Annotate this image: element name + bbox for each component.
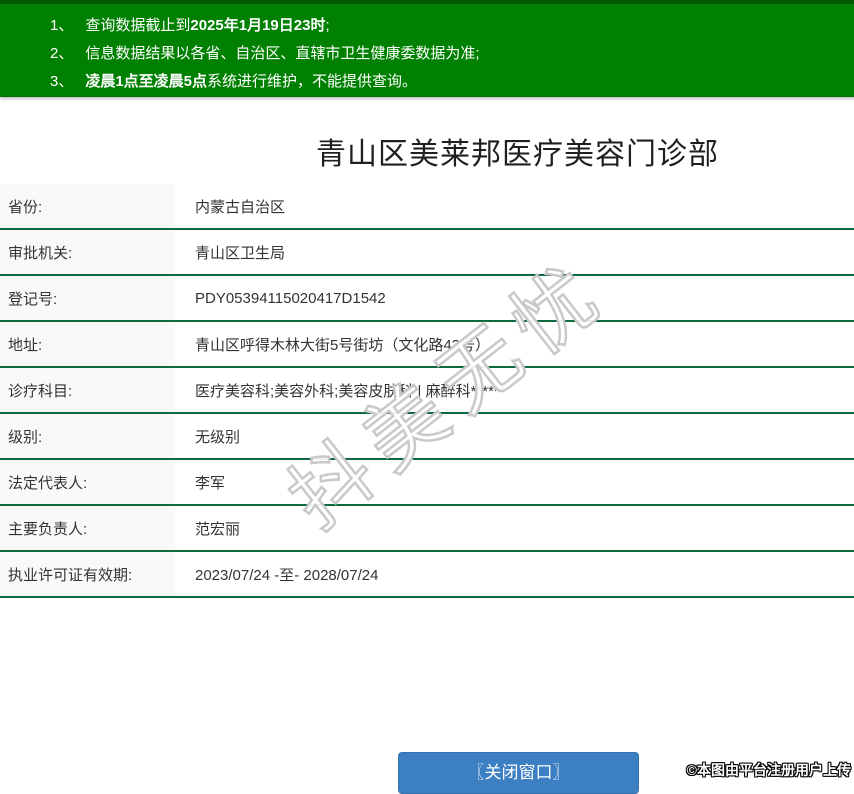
row-value: 医疗美容科;美容外科;美容皮肤科 | 麻醉科****** [195, 382, 506, 400]
notice-text-bold: 凌晨1点至凌晨5点 [85, 73, 208, 90]
notice-text-bold: 2025年1月19日23时 [190, 17, 326, 34]
table-row-approval-authority: 审批机关: 青山区卫生局 [0, 230, 854, 276]
row-value: 范宏丽 [195, 520, 241, 538]
notice-text-normal: 查询数据截止到 [85, 17, 191, 34]
row-value: 李军 [195, 474, 226, 492]
row-label: 登记号: [0, 276, 175, 320]
row-label: 主要负责人: [0, 506, 175, 550]
notice-number: 1、 [50, 17, 74, 34]
table-row-registration-number: 登记号: PDY05394115020417D1542 [0, 276, 854, 322]
notice-text-normal: 信息数据结果以各省、自治区、直辖市卫生健康委数据为准; [85, 45, 480, 62]
row-label: 省份: [0, 184, 175, 228]
row-value: 青山区呼得木林大街5号街坊（文化路43号） [195, 336, 491, 354]
table-row-treatment-subjects: 诊疗科目: 医疗美容科;美容外科;美容皮肤科 | 麻醉科****** [0, 368, 854, 414]
close-window-button[interactable]: 〖关闭窗口〗 [398, 752, 639, 794]
notice-item: 1、 查询数据截止到2025年1月19日23时; [50, 12, 854, 40]
row-label: 地址: [0, 322, 175, 366]
notice-banner: 1、 查询数据截止到2025年1月19日23时; 2、 信息数据结果以各省、自治… [0, 0, 854, 97]
notice-text-normal: 系统进行维护，不能提供查询。 [207, 73, 418, 90]
notice-text: 信息数据结果以各省、自治区、直辖市卫生健康委数据为准; [85, 40, 479, 68]
table-row-legal-representative: 法定代表人: 李军 [0, 460, 854, 506]
row-value: 内蒙古自治区 [195, 198, 286, 216]
table-row-principal: 主要负责人: 范宏丽 [0, 506, 854, 552]
row-label: 执业许可证有效期: [0, 552, 175, 596]
row-label: 法定代表人: [0, 460, 175, 504]
row-label: 诊疗科目: [0, 368, 175, 412]
table-row-province: 省份: 内蒙古自治区 [0, 184, 854, 230]
upload-credit: ©本图由平台注册用户上传 [686, 762, 851, 778]
notice-text: 凌晨1点至凌晨5点系统进行维护，不能提供查询。 [85, 68, 417, 96]
row-value: 2023/07/24 -至- 2028/07/24 [195, 566, 379, 584]
row-value: 青山区卫生局 [195, 244, 286, 262]
row-value: PDY05394115020417D1542 [195, 289, 386, 307]
info-table: 省份: 内蒙古自治区 审批机关: 青山区卫生局 登记号: PDY05394115… [0, 184, 854, 598]
notice-item: 3、 凌晨1点至凌晨5点系统进行维护，不能提供查询。 [50, 68, 854, 96]
table-row-address: 地址: 青山区呼得木林大街5号街坊（文化路43号） [0, 322, 854, 368]
page-container: 1、 查询数据截止到2025年1月19日23时; 2、 信息数据结果以各省、自治… [0, 0, 854, 794]
page-title: 青山区美莱邦医疗美容门诊部 [316, 138, 719, 171]
row-value: 无级别 [195, 428, 241, 446]
notice-text: 查询数据截止到2025年1月19日23时; [85, 12, 329, 40]
notice-number: 2、 [50, 45, 74, 62]
row-label: 级别: [0, 414, 175, 458]
table-row-license-validity: 执业许可证有效期: 2023/07/24 -至- 2028/07/24 [0, 552, 854, 598]
notice-text-normal: ; [325, 17, 330, 34]
notice-item: 2、 信息数据结果以各省、自治区、直辖市卫生健康委数据为准; [50, 40, 854, 68]
table-row-level: 级别: 无级别 [0, 414, 854, 460]
notice-number: 3、 [50, 73, 74, 90]
row-label: 审批机关: [0, 230, 175, 274]
